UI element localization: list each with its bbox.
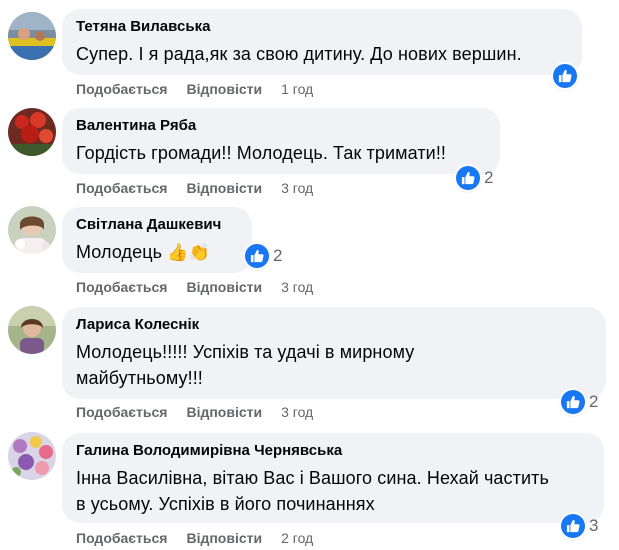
like-link[interactable]: Подобається (76, 530, 167, 546)
comment-item: Валентина Ряба Гордість громади!! Молоде… (0, 100, 619, 200)
comment-text: Інна Василівна, вітаю Вас і Вашого сина.… (76, 465, 590, 517)
reply-link[interactable]: Відповісти (186, 81, 262, 97)
reaction-count: 2 (484, 168, 494, 187)
reaction-badge[interactable] (553, 63, 581, 89)
comment-author[interactable]: Лариса Колеснік (76, 315, 592, 335)
timestamp[interactable]: 2 год (281, 530, 313, 546)
comment-text-body: Молодець (76, 242, 163, 262)
like-link[interactable]: Подобається (76, 81, 167, 97)
reply-link[interactable]: Відповісти (186, 530, 262, 546)
like-thumb-icon (561, 514, 585, 538)
avatar[interactable] (8, 206, 56, 254)
avatar[interactable] (8, 432, 56, 480)
emoji: 👍👏 (167, 243, 210, 262)
avatar[interactable] (8, 306, 56, 354)
reaction-badge[interactable]: 2 (245, 243, 282, 269)
comment-author[interactable]: Валентина Ряба (76, 116, 486, 136)
comment-actions: Подобається Відповісти 1 год (76, 81, 332, 97)
comment-actions: Подобається Відповісти 3 год (76, 180, 332, 196)
comment-text: Супер. І я рада,як за свою дитину. До но… (76, 44, 522, 64)
reaction-badge[interactable]: 2 (561, 389, 598, 415)
comment-author[interactable]: Тетяна Вилавська (76, 17, 568, 37)
comment-text-line: в усьому. Успіхів в його починаннях (76, 494, 375, 514)
comment-text: Молодець 👍👏 (76, 239, 238, 266)
comment-actions: Подобається Відповісти 3 год (76, 404, 332, 420)
timestamp[interactable]: 3 год (281, 180, 313, 196)
timestamp[interactable]: 1 год (281, 81, 313, 97)
like-thumb-icon (553, 64, 577, 88)
comment-text-line: Інна Василівна, вітаю Вас і Вашого сина.… (76, 468, 549, 488)
comment-text: Молодець!!!!! Успіхів та удачі в мирному… (76, 339, 592, 391)
like-thumb-icon (245, 244, 269, 268)
reaction-count: 2 (273, 246, 283, 265)
comment-item: Лариса Колеснік Молодець!!!!! Успіхів та… (0, 300, 619, 426)
comment-bubble: Лариса Колеснік Молодець!!!!! Успіхів та… (62, 307, 606, 399)
comment-author[interactable]: Галина Володимирівна Чернявська (76, 441, 590, 461)
comment-actions: Подобається Відповісти 3 год (76, 279, 332, 295)
avatar[interactable] (8, 108, 56, 156)
comment-text-line: Молодець!!!!! Успіхів та удачі в мирному (76, 342, 415, 362)
comment-bubble: Галина Володимирівна Чернявська Інна Вас… (62, 433, 604, 523)
reply-link[interactable]: Відповісти (186, 180, 262, 196)
reaction-count: 2 (589, 392, 599, 411)
reaction-count: 3 (589, 516, 599, 535)
comment-text-line: майбутньому!!! (76, 368, 203, 388)
comment-item: Галина Володимирівна Чернявська Інна Вас… (0, 426, 619, 550)
like-thumb-icon (561, 390, 585, 414)
comment-bubble: Тетяна Вилавська Супер. І я рада,як за с… (62, 9, 582, 75)
comment-bubble: Світлана Дашкевич Молодець 👍👏 (62, 207, 252, 273)
comment-item: Світлана Дашкевич Молодець 👍👏 2 Подобаєт… (0, 200, 619, 300)
comment-author[interactable]: Світлана Дашкевич (76, 215, 238, 235)
like-thumb-icon (456, 166, 480, 190)
timestamp[interactable]: 3 год (281, 279, 313, 295)
reaction-badge[interactable]: 2 (456, 165, 493, 191)
reaction-badge[interactable]: 3 (561, 513, 598, 539)
comment-text: Гордість громади!! Молодець. Так тримати… (76, 143, 447, 163)
reply-link[interactable]: Відповісти (186, 279, 262, 295)
avatar[interactable] (8, 12, 56, 60)
like-link[interactable]: Подобається (76, 279, 167, 295)
timestamp[interactable]: 3 год (281, 404, 313, 420)
like-link[interactable]: Подобається (76, 404, 167, 420)
reply-link[interactable]: Відповісти (186, 404, 262, 420)
comment-item: Тетяна Вилавська Супер. І я рада,як за с… (0, 0, 619, 100)
like-link[interactable]: Подобається (76, 180, 167, 196)
comment-actions: Подобається Відповісти 2 год (76, 530, 332, 546)
comment-bubble: Валентина Ряба Гордість громади!! Молоде… (62, 108, 500, 174)
